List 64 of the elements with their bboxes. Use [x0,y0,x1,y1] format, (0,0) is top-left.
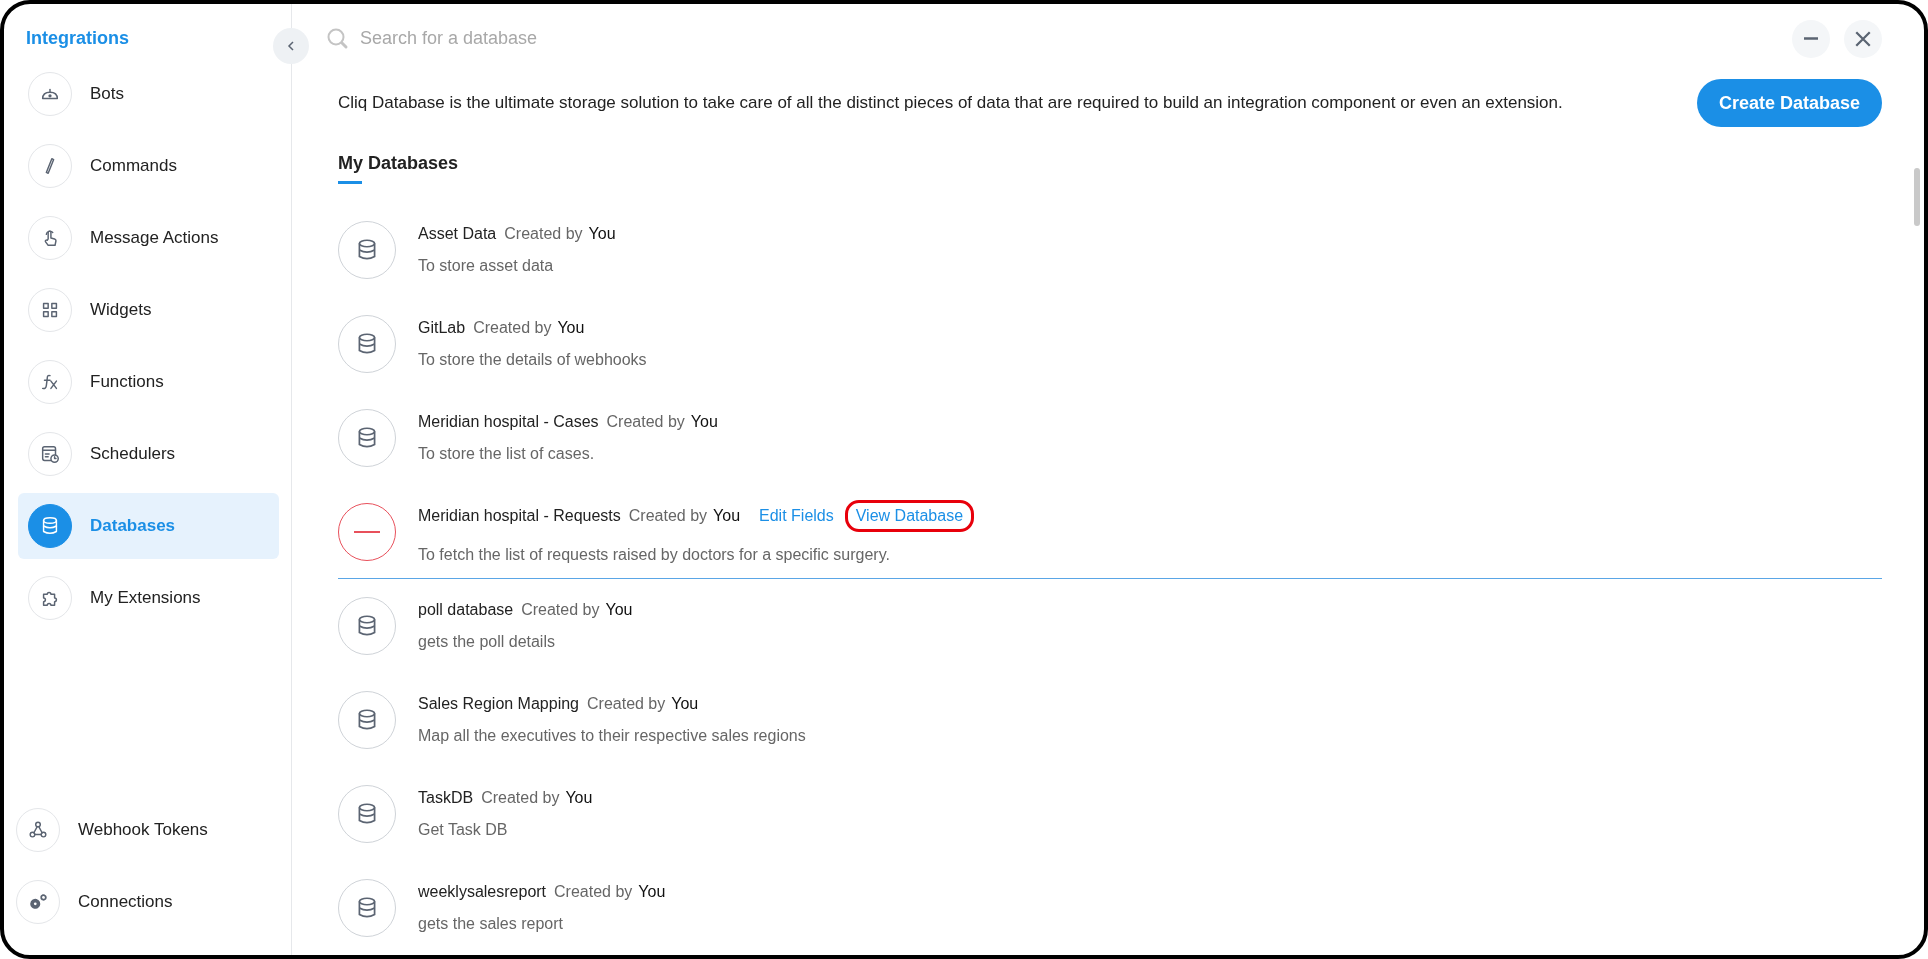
database-name[interactable]: TaskDB [418,788,474,807]
section-heading: My Databases [338,153,459,187]
created-by-label: Created by [504,224,583,243]
sidebar-title: Integrations [26,28,130,49]
database-description: To store the details of webhooks [418,350,647,369]
scrollbar-thumb[interactable] [1914,168,1920,226]
database-name[interactable]: weeklysalesreport [418,882,547,901]
creator-name: You [713,506,741,525]
sidebar-item[interactable]: My Extensions [18,565,279,631]
database-description: Get Task DB [418,820,509,839]
database-row[interactable]: Meridian hospital - Requests Created by You Edit Fields View Database To fetch the list of requests raised by doctors for a specific surgery. [338,485,1882,579]
action-link[interactable]: View Database [844,499,975,532]
minimize-button[interactable] [1792,19,1830,58]
created-by-label: Created by [628,506,708,525]
creator-name: You [671,694,699,713]
database-row[interactable]: TaskDB Created by You Get Task DB [338,767,1882,861]
sidebar-item[interactable]: Webhook Tokens [6,797,279,863]
database-name[interactable]: Meridian hospital - Cases [418,412,599,431]
database-row[interactable]: Asset Data Created by You To store asset data [338,203,1882,297]
created-by-label: Created by [587,694,666,713]
database-description: To store asset data [418,256,555,275]
database-description: To store the list of cases. [418,444,596,463]
action-link[interactable]: Edit Fields [748,499,845,532]
database-name[interactable]: poll database [418,600,514,619]
sidebar-item[interactable]: Widgets [18,277,279,343]
database-row[interactable]: Meridian hospital - Cases Created by You To store the list of cases. [338,391,1882,485]
minus-icon [1804,37,1818,40]
database-name[interactable]: Meridian hospital - Requests [418,506,621,525]
creator-name: You [690,412,718,431]
chevron-left-icon [285,40,297,52]
created-by-label: Created by [606,412,685,431]
database-description: gets the sales report [418,914,564,933]
sidebar-item[interactable]: Functions [18,349,279,415]
database-name[interactable]: Asset Data [418,224,497,243]
database-row[interactable]: weeklysalesreport Created by You gets the sales report [338,861,1882,955]
description-text: Cliq Database is the ultimate storage solution to take care of all the distinct pieces of data that are required to build an integration component or even an extension. [338,93,1563,113]
created-by-label: Created by [521,600,600,619]
sidebar-item[interactable]: Message Actions [18,205,279,271]
close-icon [1854,29,1872,48]
database-row[interactable]: poll database Created by You gets the poll details [338,579,1882,673]
created-by-label: Created by [554,882,633,901]
close-button[interactable] [1844,19,1882,58]
calendar-icon [39,443,61,465]
minus-icon [352,529,382,534]
database-name[interactable]: GitLab [418,318,466,337]
webhook-icon [27,819,49,841]
created-by-label: Created by [473,318,552,337]
sidebar-item[interactable]: Schedulers [18,421,279,487]
database-row[interactable]: GitLab Created by You To store the details of webhooks [338,297,1882,391]
database-description: Map all the executives to their respective sales regions [418,726,806,745]
creator-name: You [605,600,633,619]
database-name[interactable]: Sales Region Mapping [418,694,579,713]
database-description: To fetch the list of requests raised by doctors for a specific surgery. [418,545,891,564]
database-row[interactable]: Sales Region Mapping Created by You Map all the executives to their respective sales regions [338,673,1882,767]
creator-name: You [557,318,585,337]
database-description: gets the poll details [418,632,556,651]
search-icon [326,26,350,51]
sidebar-item[interactable]: Bots [18,61,279,127]
sidebar-item[interactable]: Connections [6,869,279,935]
creator-name: You [588,224,616,243]
creator-name: You [638,882,666,901]
created-by-label: Created by [481,788,560,807]
sidebar-item[interactable]: Commands [18,133,279,199]
creator-name: You [565,788,593,807]
